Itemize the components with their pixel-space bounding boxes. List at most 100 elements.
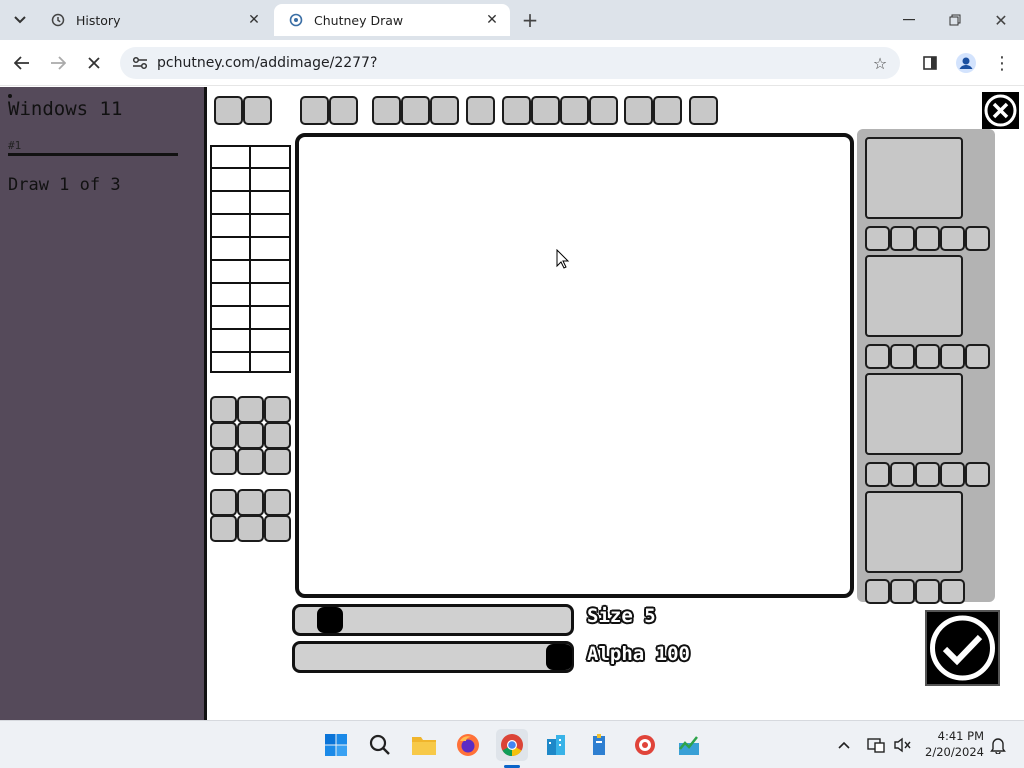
- color-swatch[interactable]: [210, 305, 251, 330]
- color-swatch[interactable]: [210, 351, 251, 373]
- brush-button[interactable]: [210, 396, 237, 423]
- layer-control-button[interactable]: [890, 579, 915, 604]
- color-swatch[interactable]: [249, 167, 291, 192]
- color-swatch[interactable]: [210, 167, 251, 192]
- tool-button[interactable]: [214, 96, 243, 125]
- layer-control-button[interactable]: [890, 462, 915, 487]
- layer-control-button[interactable]: [940, 344, 965, 369]
- layer-control-button[interactable]: [965, 344, 990, 369]
- option-button[interactable]: [237, 515, 264, 542]
- color-swatch[interactable]: [210, 282, 251, 307]
- tool-button[interactable]: [531, 96, 560, 125]
- tab-chutney-draw[interactable]: Chutney Draw ✕: [274, 4, 510, 36]
- minimize-icon[interactable]: [895, 6, 923, 34]
- profile-avatar-icon[interactable]: [952, 49, 980, 77]
- layer-control-button[interactable]: [865, 226, 890, 251]
- url-text[interactable]: pchutney.com/addimage/2277?: [157, 55, 377, 71]
- layer-control-button[interactable]: [940, 462, 965, 487]
- show-hidden-icons-chevron-icon[interactable]: [828, 729, 860, 761]
- forward-arrow-icon[interactable]: [44, 49, 72, 77]
- tool-button[interactable]: [560, 96, 589, 125]
- color-swatch[interactable]: [249, 213, 291, 238]
- new-tab-plus-icon[interactable]: +: [516, 6, 544, 34]
- tool-button[interactable]: [243, 96, 272, 125]
- layer-thumbnail[interactable]: [865, 255, 963, 337]
- color-swatch[interactable]: [249, 145, 291, 169]
- layer-control-button[interactable]: [965, 462, 990, 487]
- color-swatch[interactable]: [249, 328, 291, 353]
- color-swatch[interactable]: [210, 190, 251, 215]
- tool-button[interactable]: [466, 96, 495, 125]
- size-slider-handle[interactable]: [317, 607, 343, 633]
- brush-button[interactable]: [237, 448, 264, 475]
- brush-button[interactable]: [210, 422, 237, 449]
- layer-control-button[interactable]: [915, 462, 940, 487]
- color-swatch[interactable]: [210, 145, 251, 169]
- tool-button[interactable]: [329, 96, 358, 125]
- brush-button[interactable]: [264, 448, 291, 475]
- layer-control-button[interactable]: [940, 579, 965, 604]
- chrome-icon[interactable]: [496, 729, 528, 761]
- option-button[interactable]: [264, 489, 291, 516]
- alpha-slider-handle[interactable]: [546, 644, 572, 670]
- back-arrow-icon[interactable]: [8, 49, 36, 77]
- color-swatch[interactable]: [249, 259, 291, 284]
- layer-thumbnail[interactable]: [865, 373, 963, 455]
- bookmark-star-icon[interactable]: ☆: [866, 49, 894, 77]
- layer-control-button[interactable]: [890, 226, 915, 251]
- site-settings-icon[interactable]: [128, 56, 152, 70]
- layer-control-button[interactable]: [890, 344, 915, 369]
- tool-button[interactable]: [372, 96, 401, 125]
- tool-button[interactable]: [430, 96, 459, 125]
- close-drawing-button[interactable]: [982, 92, 1019, 129]
- address-bar[interactable]: pchutney.com/addimage/2277?: [120, 47, 900, 79]
- close-window-icon[interactable]: ✕: [987, 6, 1015, 34]
- option-button[interactable]: [237, 489, 264, 516]
- tool-button[interactable]: [401, 96, 430, 125]
- alpha-slider[interactable]: [292, 641, 574, 673]
- option-button[interactable]: [210, 489, 237, 516]
- color-swatch[interactable]: [210, 236, 251, 261]
- windows-start-icon[interactable]: [320, 729, 352, 761]
- drawing-canvas[interactable]: [295, 133, 854, 598]
- app-chart-icon[interactable]: [673, 729, 705, 761]
- color-swatch[interactable]: [210, 328, 251, 353]
- layer-control-button[interactable]: [915, 344, 940, 369]
- tool-button[interactable]: [689, 96, 718, 125]
- color-swatch[interactable]: [249, 282, 291, 307]
- color-swatch[interactable]: [210, 213, 251, 238]
- size-slider[interactable]: [292, 604, 574, 636]
- tool-button[interactable]: [589, 96, 618, 125]
- stop-loading-icon[interactable]: [80, 49, 108, 77]
- search-icon[interactable]: [364, 729, 396, 761]
- app-buildings-icon[interactable]: [540, 729, 572, 761]
- color-swatch[interactable]: [249, 351, 291, 373]
- color-swatch[interactable]: [249, 236, 291, 261]
- more-menu-icon[interactable]: ⋮: [988, 49, 1016, 77]
- app-red-circle-icon[interactable]: [629, 729, 661, 761]
- layer-thumbnail[interactable]: [865, 137, 963, 219]
- layer-control-button[interactable]: [915, 226, 940, 251]
- layer-control-button[interactable]: [915, 579, 940, 604]
- close-tab-icon[interactable]: ✕: [244, 10, 264, 30]
- color-swatch[interactable]: [249, 190, 291, 215]
- color-swatch[interactable]: [210, 259, 251, 284]
- tab-history[interactable]: History ✕: [36, 4, 272, 36]
- tool-button[interactable]: [624, 96, 653, 125]
- brush-button[interactable]: [264, 422, 291, 449]
- brush-button[interactable]: [210, 448, 237, 475]
- file-explorer-icon[interactable]: [408, 729, 440, 761]
- notifications-bell-icon[interactable]: [982, 729, 1014, 761]
- layer-control-button[interactable]: [965, 226, 990, 251]
- option-button[interactable]: [264, 515, 291, 542]
- tool-button[interactable]: [502, 96, 531, 125]
- submit-drawing-button[interactable]: [925, 610, 1000, 686]
- clock[interactable]: 4:41 PM 2/20/2024: [914, 728, 984, 760]
- layer-control-button[interactable]: [940, 226, 965, 251]
- layer-control-button[interactable]: [865, 344, 890, 369]
- restore-icon[interactable]: [941, 6, 969, 34]
- tool-button[interactable]: [300, 96, 329, 125]
- tab-search-chevron-icon[interactable]: [6, 6, 34, 34]
- tool-button[interactable]: [653, 96, 682, 125]
- firefox-icon[interactable]: [452, 729, 484, 761]
